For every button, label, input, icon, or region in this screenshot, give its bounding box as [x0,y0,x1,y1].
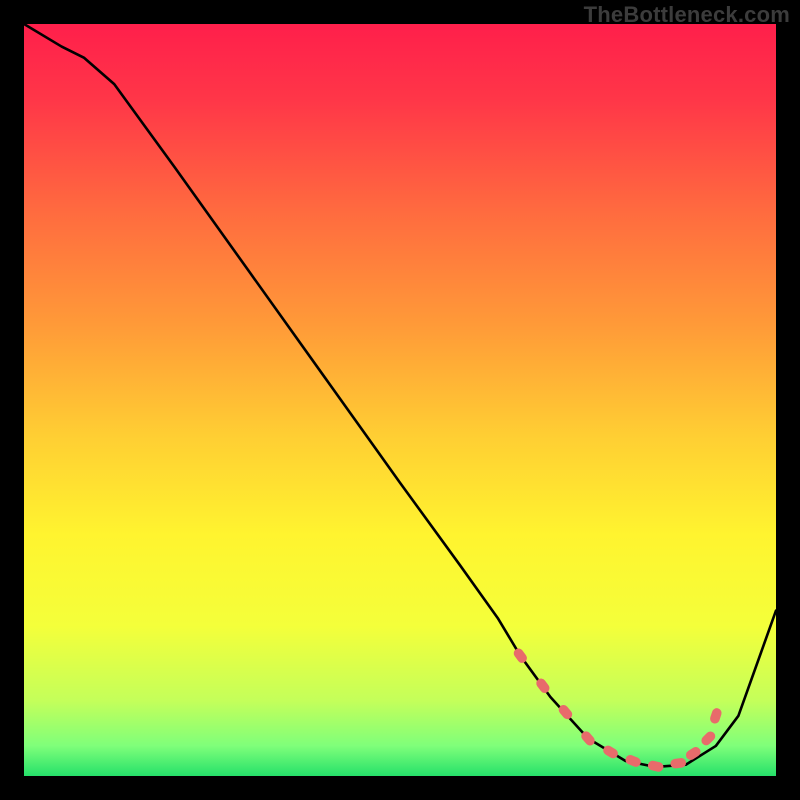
chart-svg [24,24,776,776]
chart-background [24,24,776,776]
watermark-text: TheBottleneck.com [584,2,790,28]
plot-area [24,24,776,776]
chart-frame: TheBottleneck.com [0,0,800,800]
